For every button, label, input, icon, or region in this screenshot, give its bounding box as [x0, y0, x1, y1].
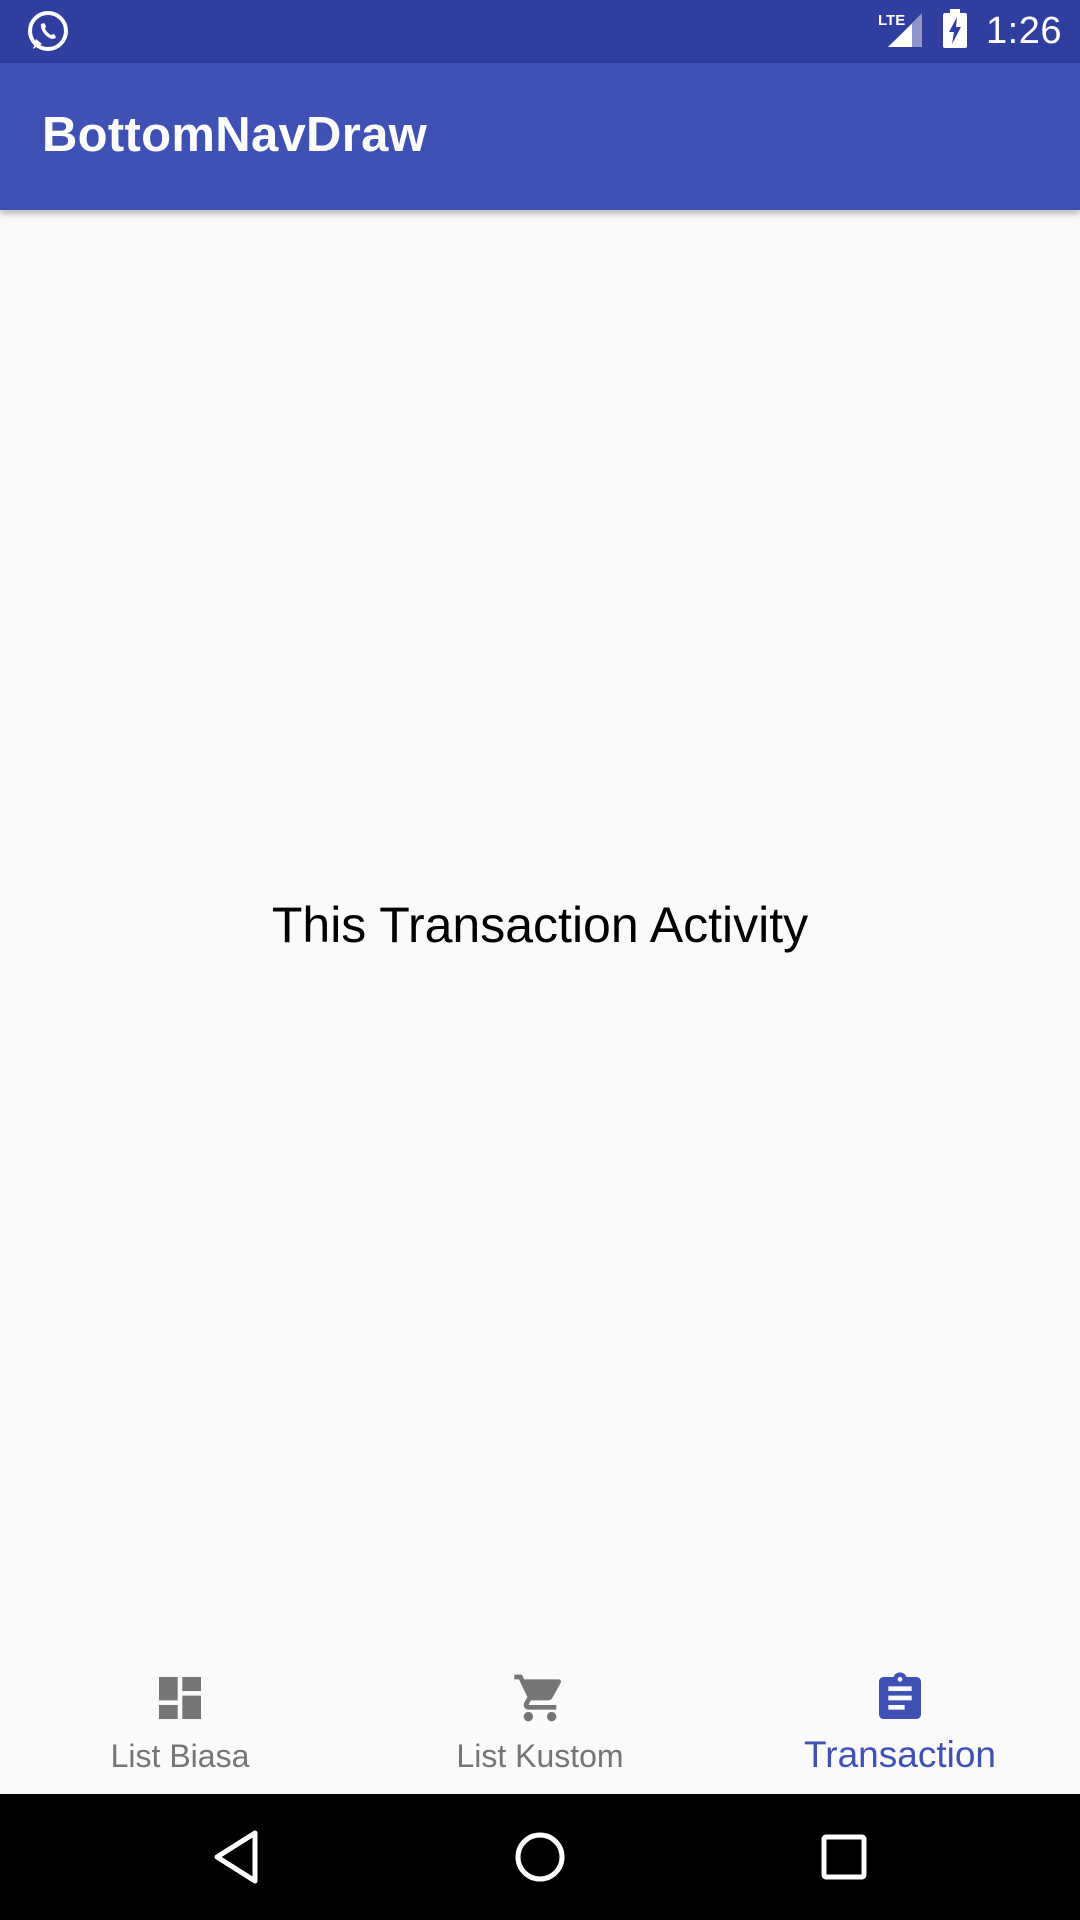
nav-label-transaction: Transaction [804, 1734, 996, 1775]
nav-label-list-kustom: List Kustom [456, 1738, 624, 1774]
whatsapp-icon [24, 8, 72, 56]
status-bar: LTE 1:26 [0, 0, 1080, 63]
screen: LTE 1:26 BottomNavDraw This Transaction … [0, 0, 1080, 1920]
status-icons: LTE 1:26 [878, 0, 1062, 63]
svg-text:LTE: LTE [878, 12, 905, 29]
main-content: This Transaction Activity [0, 210, 1080, 1632]
bottom-navigation: List Biasa List Kustom Transaction [0, 1632, 1080, 1794]
nav-item-transaction[interactable]: Transaction [720, 1632, 1080, 1794]
recents-icon[interactable] [806, 1819, 882, 1895]
app-title: BottomNavDraw [42, 108, 428, 162]
nav-label-list-biasa: List Biasa [110, 1738, 250, 1774]
dashboard-icon [152, 1670, 208, 1726]
cart-icon [512, 1670, 568, 1726]
nav-item-list-biasa[interactable]: List Biasa [0, 1632, 360, 1794]
battery-charging-icon [942, 9, 968, 54]
clipboard-icon [872, 1670, 928, 1726]
lte-signal-icon: LTE [878, 9, 924, 54]
nav-item-list-kustom[interactable]: List Kustom [360, 1632, 720, 1794]
back-icon[interactable] [198, 1819, 274, 1895]
home-icon[interactable] [502, 1819, 578, 1895]
status-time: 1:26 [986, 10, 1062, 52]
system-navigation-bar [0, 1794, 1080, 1920]
activity-message: This Transaction Activity [271, 897, 809, 953]
app-bar: BottomNavDraw [0, 63, 1080, 210]
